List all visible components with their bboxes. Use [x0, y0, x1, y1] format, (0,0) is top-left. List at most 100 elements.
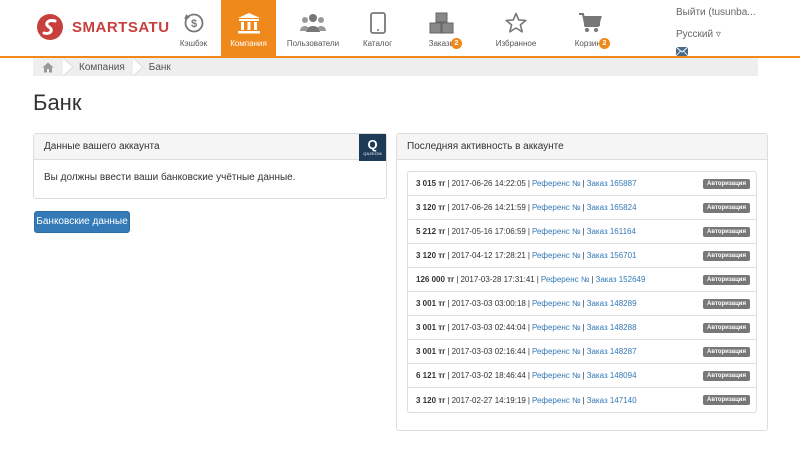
activity-row: 3 001 тг | 2017-03-03 02:44:04 | Референс № |… [408, 316, 756, 340]
panel-message: Вы должны ввести ваши банковские учётные… [44, 172, 296, 183]
order-link[interactable]: Заказ 147140 [587, 396, 637, 405]
nav-item-cashback[interactable]: $ Кэшбэк [166, 0, 221, 56]
reference-link[interactable]: Референс № [532, 323, 581, 332]
activity-amount: 3 120 тг [416, 251, 446, 260]
activity-datetime: 2017-03-28 17:31:41 [460, 275, 535, 284]
order-link[interactable]: Заказ 165887 [587, 179, 637, 188]
users-icon [300, 10, 326, 36]
language-select[interactable]: Русский ▿ [676, 29, 756, 43]
cart-count-badge: 2 [599, 38, 610, 49]
nav-label: Избранное [495, 39, 537, 48]
activity-datetime: 2017-03-02 18:46:44 [451, 371, 526, 380]
authorization-tag: Авторизация [703, 323, 750, 333]
cashback-icon: $ [181, 10, 207, 36]
reference-link[interactable]: Референс № [541, 275, 590, 284]
breadcrumb-company[interactable]: Компания [75, 62, 133, 73]
nav-item-users[interactable]: Пользователи [276, 0, 350, 56]
order-link[interactable]: Заказ 148289 [587, 299, 637, 308]
activity-row: 3 001 тг | 2017-03-03 02:16:44 | Референс № |… [408, 340, 756, 364]
bank-building-icon [236, 10, 262, 36]
activity-amount: 3 015 тг [416, 179, 446, 188]
nav-label: Каталог [362, 39, 393, 48]
order-link[interactable]: Заказ 152649 [596, 275, 646, 284]
smartsatu-logo[interactable]: SMARTSATU [36, 9, 186, 45]
activity-amount: 3 120 тг [416, 203, 446, 212]
activity-amount: 3 120 тг [416, 395, 446, 405]
order-link[interactable]: Заказ 161164 [587, 227, 636, 236]
authorization-tag: Авторизация [703, 203, 750, 213]
activity-amount: 126 000 тг [416, 275, 455, 284]
activity-amount: 3 001 тг [416, 347, 446, 356]
reference-link[interactable]: Референс № [532, 179, 581, 188]
activity-amount: 3 001 тг [416, 323, 446, 332]
activity-datetime: 2017-03-03 02:16:44 [451, 347, 526, 356]
authorization-tag: Авторизация [703, 371, 750, 381]
boxes-icon [429, 10, 455, 36]
activity-row: 6 121 тг | 2017-03-02 18:46:44 | Референс № |… [408, 364, 756, 388]
authorization-tag: Авторизация [703, 275, 750, 285]
reference-link[interactable]: Референс № [532, 347, 581, 356]
breadcrumb-separator-icon [132, 58, 144, 76]
breadcrumb-separator-icon [63, 58, 74, 76]
activity-datetime: 2017-06-26 14:22:05 [451, 179, 526, 188]
nav-label: Кэшбэк [179, 39, 208, 48]
reference-link[interactable]: Референс № [532, 299, 581, 308]
svg-text:$: $ [190, 18, 196, 30]
activity-amount: 5 212 тг [416, 227, 446, 236]
nav-item-catalog[interactable]: Каталог [350, 0, 405, 56]
authorization-tag: Авторизация [703, 299, 750, 309]
tablet-icon [365, 10, 391, 36]
nav-item-cart[interactable]: Корзина 2 [553, 0, 627, 56]
bank-data-button[interactable]: Банковские данные [34, 211, 130, 233]
activity-row: 3 120 тг | 2017-02-27 14:19:19 | Референс № |… [408, 388, 756, 412]
breadcrumb-bank: Банк [148, 61, 171, 73]
panel-title: Данные вашего аккаунта [44, 141, 160, 152]
page-title: Банк [33, 90, 82, 115]
activity-panel: Последняя активность в аккаунте 3 015 тг… [396, 133, 768, 431]
logo-text: SMARTSATU [72, 18, 170, 36]
reference-link[interactable]: Референс № [532, 371, 581, 380]
mail-icon[interactable] [676, 47, 688, 56]
top-header: SMARTSATU $ Кэшбэк Компания Пользователи… [0, 0, 800, 57]
activity-datetime: 2017-02-27 14:19:19 [451, 395, 526, 405]
order-link[interactable]: Заказ 148288 [587, 323, 637, 332]
activity-list: 3 015 тг | 2017-06-26 14:22:05 | Референс № |… [407, 171, 757, 413]
activity-row: 5 212 тг | 2017-05-16 17:06:59 | Референс № |… [408, 220, 756, 244]
activity-row: 3 001 тг | 2017-03-03 03:00:18 | Референс № |… [408, 292, 756, 316]
nav-label: Пользователи [286, 39, 340, 48]
logout-link[interactable]: Выйти (tusunba... [676, 7, 756, 23]
qazkom-logo: Q QAZKOM [359, 134, 386, 161]
orders-count-badge: 2 [451, 38, 462, 49]
order-link[interactable]: Заказ 148094 [587, 371, 637, 380]
user-area: Выйти (tusunba... Русский ▿ [676, 7, 756, 56]
activity-amount: 3 001 тг [416, 299, 446, 308]
nav-item-orders[interactable]: Заказы 2 [405, 0, 479, 56]
reference-link[interactable]: Референс № [532, 396, 581, 405]
activity-datetime: 2017-03-03 03:00:18 [451, 299, 526, 308]
activity-datetime: 2017-05-16 17:06:59 [451, 227, 526, 236]
authorization-tag: Авторизация [703, 347, 750, 357]
order-link[interactable]: Заказ 156701 [587, 251, 637, 260]
logo-icon [37, 14, 63, 40]
activity-row: 3 015 тг | 2017-06-26 14:22:05 | Референс № |… [408, 172, 756, 196]
reference-link[interactable]: Референс № [532, 203, 581, 212]
panel-header: Последняя активность в аккаунте [397, 134, 767, 160]
account-data-panel: Данные вашего аккаунта Q QAZKOM Вы должн… [33, 133, 387, 199]
authorization-tag: Авторизация [703, 179, 750, 189]
main-nav: $ Кэшбэк Компания Пользователи Каталог З… [166, 0, 627, 57]
authorization-tag: Авторизация [703, 251, 750, 261]
authorization-tag: Авторизация [703, 227, 750, 237]
order-link[interactable]: Заказ 148287 [587, 347, 637, 356]
activity-datetime: 2017-04-12 17:28:21 [451, 251, 526, 260]
activity-row: 3 120 тг | 2017-06-26 14:21:59 | Референс № |… [408, 196, 756, 220]
nav-item-company[interactable]: Компания [221, 0, 276, 56]
activity-amount: 6 121 тг [416, 371, 446, 380]
home-icon[interactable] [33, 58, 63, 76]
order-link[interactable]: Заказ 165824 [587, 203, 637, 212]
reference-link[interactable]: Референс № [532, 251, 581, 260]
nav-label: Компания [230, 39, 267, 48]
reference-link[interactable]: Референс № [532, 227, 581, 236]
nav-item-favorites[interactable]: Избранное [479, 0, 553, 56]
activity-row: 126 000 тг | 2017-03-28 17:31:41 | Референс … [408, 268, 756, 292]
panel-header: Данные вашего аккаунта Q QAZKOM [34, 134, 386, 161]
